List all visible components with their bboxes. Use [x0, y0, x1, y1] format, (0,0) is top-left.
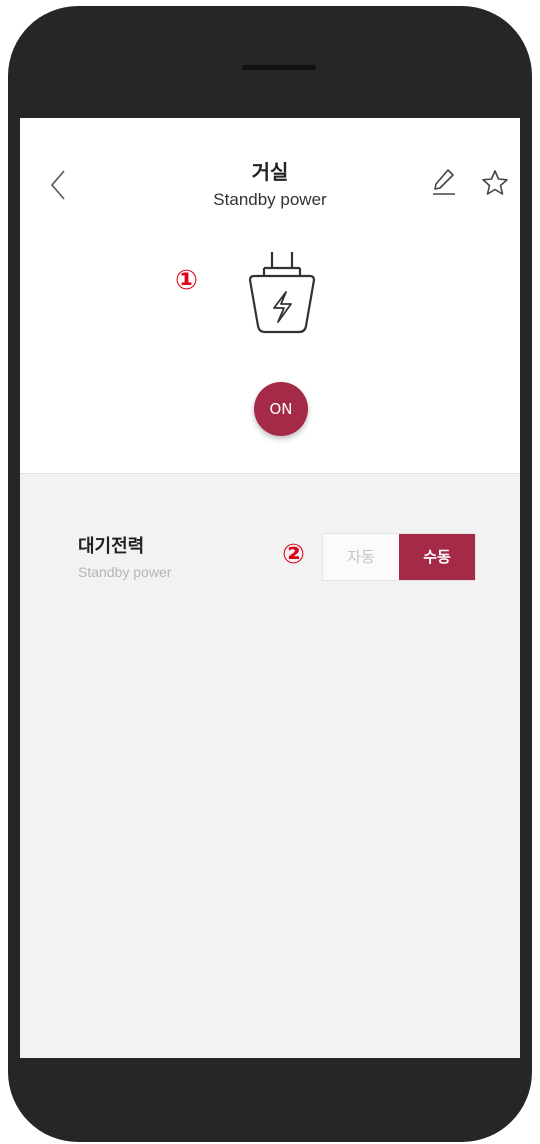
mode-auto-button[interactable]: 자동 [323, 534, 399, 580]
power-toggle-button[interactable]: ON [254, 382, 308, 436]
edit-button[interactable] [430, 166, 458, 196]
pencil-icon [433, 169, 455, 195]
favorite-button[interactable] [480, 168, 510, 198]
standby-mode-toggle: 자동 수동 [322, 533, 476, 581]
phone-frame: 거실 Standby power ① ON 대기전력 Standby power… [8, 6, 532, 1142]
standby-power-sublabel: Standby power [78, 564, 172, 580]
star-outline-icon [482, 170, 508, 195]
plug-icon [248, 252, 316, 334]
phone-speaker [242, 65, 316, 70]
annotation-marker-2: ② [282, 539, 305, 570]
device-header-panel: 거실 Standby power ① ON [20, 118, 520, 474]
standby-power-label: 대기전력 [78, 536, 145, 557]
app-screen: 거실 Standby power ① ON 대기전력 Standby power… [20, 118, 520, 1058]
mode-manual-button[interactable]: 수동 [399, 534, 475, 580]
annotation-marker-1: ① [175, 265, 198, 296]
